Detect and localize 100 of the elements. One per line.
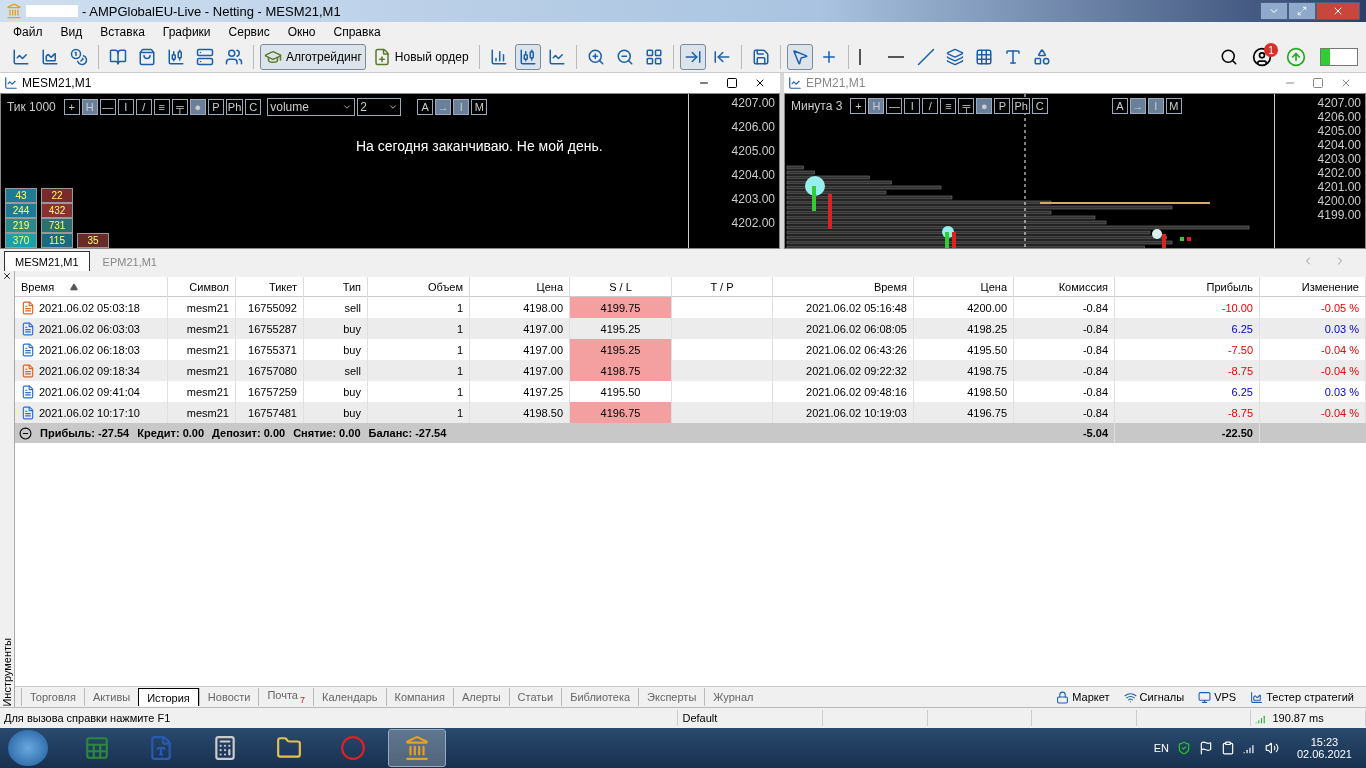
chart-tool-button[interactable]: Ph: [1012, 98, 1030, 114]
chart-tool-button[interactable]: P: [994, 98, 1011, 114]
price-label: 4201.00: [1316, 180, 1361, 194]
restore-button[interactable]: [1288, 2, 1316, 20]
document-icon: [21, 342, 35, 357]
total-commission: -5.04: [1014, 423, 1115, 443]
footer-link[interactable]: Тестер стратегий: [1250, 690, 1354, 704]
shapes-icon: [1032, 48, 1051, 66]
chart-tool-button[interactable]: ╤: [958, 98, 975, 114]
document-icon: [21, 321, 35, 336]
chart-tool-button[interactable]: I: [904, 98, 921, 114]
chart-tool-button[interactable]: ╤: [171, 99, 188, 115]
terminal-tab[interactable]: Календарь: [313, 688, 386, 706]
start-button[interactable]: [8, 730, 48, 766]
footer-link[interactable]: Маркет: [1056, 690, 1110, 704]
book-icon: [109, 48, 127, 66]
blurred-area: [26, 5, 78, 17]
toolbar-button[interactable]: Новый ордер: [368, 44, 473, 70]
indicator-dropdown[interactable]: volume: [267, 98, 356, 116]
chart-mode-button[interactable]: A: [1111, 98, 1128, 114]
chart-mode-button[interactable]: M: [471, 99, 488, 115]
chart-tool-button[interactable]: /: [922, 98, 939, 114]
price-label: 4204.00: [1316, 138, 1361, 152]
menu-item[interactable]: Сервис: [219, 25, 279, 39]
price-label: 4207.00: [730, 96, 775, 110]
toolbar-button[interactable]: [679, 44, 706, 70]
menu-item[interactable]: Вставка: [91, 25, 154, 39]
language-indicator[interactable]: EN: [1153, 742, 1169, 754]
candlestick-chart-icon: [518, 48, 537, 66]
menu-item[interactable]: Файл: [4, 25, 52, 39]
close-icon: [2, 271, 12, 281]
profile-name: Default: [682, 712, 718, 724]
chart-tab[interactable]: MESM21,M1: [4, 251, 90, 271]
chart-mode-button[interactable]: M: [1165, 98, 1182, 114]
trend-line-icon: [916, 48, 935, 66]
footer-link[interactable]: Сигналы: [1123, 690, 1185, 704]
footer-link[interactable]: VPS: [1198, 690, 1237, 704]
arrow-left-icon: [712, 48, 731, 66]
terminal-tab[interactable]: Журнал: [704, 688, 762, 706]
chart-tool-button[interactable]: —: [886, 98, 903, 114]
clock-date[interactable]: 02.06.2021: [1296, 748, 1352, 760]
chart-tool-button[interactable]: C: [1031, 98, 1048, 114]
period-spinner[interactable]: 2: [357, 98, 402, 116]
menu-item[interactable]: Вид: [51, 25, 92, 39]
menu-item[interactable]: Графики: [153, 25, 220, 39]
terminal-tab[interactable]: Эксперты: [638, 688, 705, 706]
chart-tool-button[interactable]: I: [117, 99, 134, 115]
chart-period-label: Минута 3: [791, 99, 843, 113]
arrow-right-icon: [683, 48, 702, 66]
table-cell: 4199.75: [570, 297, 672, 318]
text-icon: [1003, 48, 1022, 66]
chart-tool-button[interactable]: ≡: [153, 99, 170, 115]
minimize-button[interactable]: [1260, 2, 1288, 20]
clipboard-icon: [1220, 741, 1235, 755]
toolbar-button[interactable]: [786, 44, 813, 70]
chart-window-icon: [4, 76, 18, 90]
chart-tool-button[interactable]: C: [245, 99, 262, 115]
menu-item[interactable]: Справка: [324, 25, 390, 39]
app-icon: [404, 735, 430, 761]
terminal-tab[interactable]: История: [138, 688, 199, 706]
toolbar-button[interactable]: Алготрейдинг: [260, 44, 366, 70]
terminal-tab[interactable]: Торговля: [21, 688, 84, 706]
lock-icon: [1056, 690, 1070, 704]
chart-tool-button[interactable]: P: [207, 99, 224, 115]
price-label: 4200.00: [1316, 194, 1361, 208]
chart-tool-button[interactable]: —: [99, 99, 116, 115]
terminal-tab[interactable]: Новости: [198, 688, 259, 706]
chart-mode-button[interactable]: A: [417, 99, 434, 115]
volume-cluster: 115: [41, 233, 73, 248]
terminal-tab[interactable]: Компания: [385, 688, 453, 706]
terminal-tab[interactable]: Библиотека: [561, 688, 639, 706]
chart-window-icon: [788, 76, 802, 90]
status-text: Для вызова справки нажмите F1: [4, 712, 171, 724]
terminal-tab[interactable]: Почта $_{7}$: [258, 688, 313, 706]
users-icon: [225, 48, 243, 66]
coins-icon: [70, 48, 88, 66]
chart-tool-button[interactable]: /: [135, 99, 152, 115]
chart-tool-button[interactable]: +: [850, 98, 867, 114]
summary-text: Снятие: 0.00: [293, 427, 361, 439]
terminal-tab[interactable]: Алерты: [452, 688, 509, 706]
menu-item[interactable]: Окно: [278, 25, 325, 39]
maximize-icon: [726, 77, 738, 89]
table-cell: 4196.75: [570, 402, 672, 423]
close-icon: [1340, 77, 1352, 89]
chart-tool-button[interactable]: ≡: [940, 98, 957, 114]
price-label: 4207.00: [1316, 96, 1361, 110]
terminal-tab[interactable]: Статьи: [508, 688, 562, 706]
toolbar-button[interactable]: [514, 44, 541, 70]
price-label: 4205.00: [1316, 124, 1361, 138]
volume-cluster: 22: [41, 188, 73, 203]
close-icon: [1332, 5, 1344, 17]
user-icon: [1252, 47, 1272, 67]
side-panel-label[interactable]: Инструменты: [1, 638, 13, 707]
clock-time[interactable]: 15:23: [1310, 736, 1339, 748]
chart-tool-button[interactable]: +: [63, 99, 80, 115]
chart-tool-button[interactable]: Ph: [225, 99, 244, 115]
volume-cluster: 35: [77, 233, 109, 248]
price-label: 4206.00: [730, 120, 775, 134]
folder-icon: [276, 735, 302, 761]
notification-badge: 1: [1264, 43, 1278, 57]
